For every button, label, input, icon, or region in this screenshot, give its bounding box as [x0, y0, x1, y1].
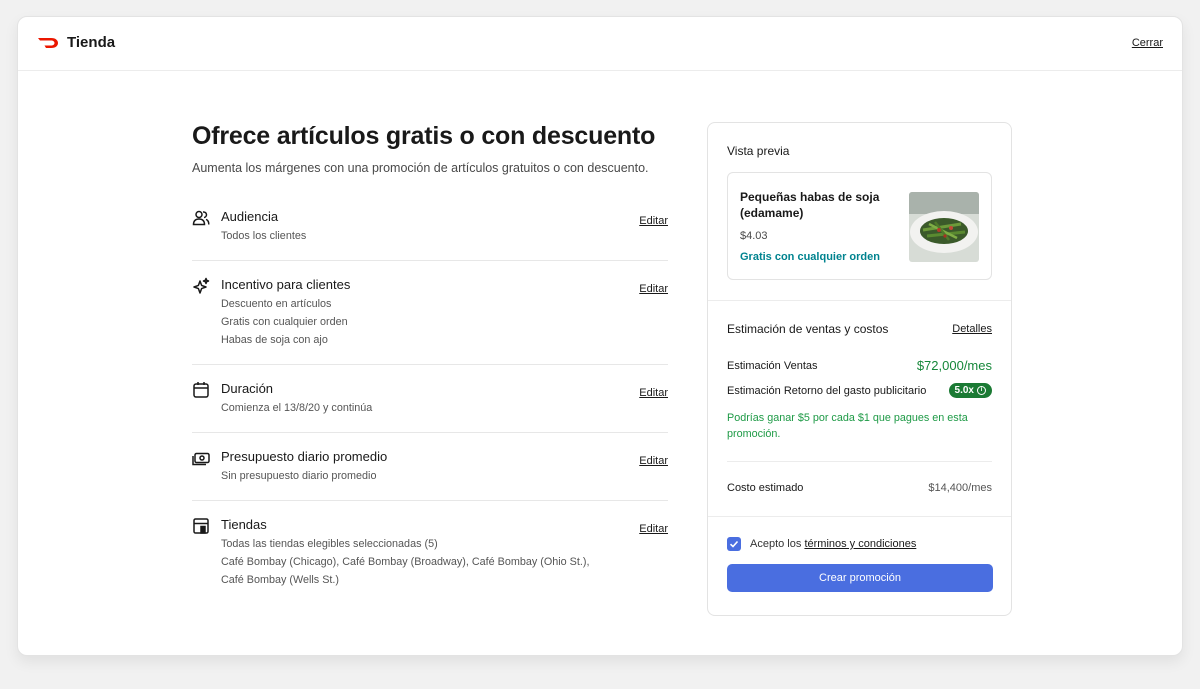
section-detail: Todos los clientes — [221, 230, 307, 242]
summary-panel: Vista previa Pequeñas habas de soja (eda… — [707, 122, 1012, 616]
sparkle-icon — [193, 277, 210, 294]
people-icon — [192, 210, 210, 226]
section-budget: Presupuesto diario promedio Sin presupue… — [192, 433, 668, 501]
doordash-logo-icon — [38, 37, 58, 48]
roas-label: Estimación Retorno del gasto publicitari… — [727, 384, 927, 397]
item-image — [909, 192, 979, 262]
section-title: Presupuesto diario promedio — [221, 449, 388, 464]
cost-value: $14,400/mes — [928, 482, 992, 494]
main-content: Ofrece artículos gratis o con descuento … — [192, 122, 668, 604]
estimate-section: Estimación de ventas y costos Detalles E… — [708, 301, 1011, 517]
sales-estimate-row: Estimación Ventas $72,000/mes — [727, 358, 992, 373]
money-icon — [192, 452, 210, 466]
promotion-modal: Tienda Cerrar Ofrece artículos gratis o … — [17, 16, 1183, 656]
preview-card: Pequeñas habas de soja (edamame) $4.03 G… — [727, 172, 992, 280]
brand: Tienda — [37, 34, 115, 51]
edit-budget-link[interactable]: Editar — [639, 455, 668, 467]
edit-incentive-link[interactable]: Editar — [639, 283, 668, 295]
section-detail: Todas las tiendas elegibles seleccionada… — [221, 538, 438, 550]
terms-row: Acepto los términos y condiciones — [727, 537, 992, 551]
section-audience: Audiencia Todos los clientes Editar — [192, 193, 668, 261]
terms-text: Acepto los términos y condiciones — [750, 538, 916, 550]
edit-stores-link[interactable]: Editar — [639, 523, 668, 535]
preview-label: Vista previa — [727, 144, 790, 158]
section-detail: Café Bombay (Chicago), Café Bombay (Broa… — [221, 556, 590, 568]
preview-section: Vista previa Pequeñas habas de soja (eda… — [708, 123, 1011, 301]
section-detail: Habas de soja con ajo — [221, 334, 328, 346]
section-title: Audiencia — [221, 209, 279, 224]
edit-duration-link[interactable]: Editar — [639, 387, 668, 399]
roas-value: 5.0x — [954, 385, 974, 396]
terms-link[interactable]: términos y condiciones — [804, 538, 916, 550]
section-detail: Descuento en artículos — [221, 298, 332, 310]
sales-label: Estimación Ventas — [727, 359, 818, 372]
section-title: Duración — [221, 381, 274, 396]
section-duration: Duración Comienza el 13/8/20 y continúa … — [192, 365, 668, 433]
submit-section: Acepto los términos y condiciones Crear … — [708, 517, 1011, 612]
roas-badge[interactable]: 5.0x i — [948, 383, 992, 398]
section-stores: Tiendas Todas las tiendas elegibles sele… — [192, 501, 668, 604]
section-title: Tiendas — [221, 517, 267, 532]
terms-checkbox[interactable] — [727, 537, 741, 551]
store-icon — [193, 518, 209, 534]
section-incentive: Incentivo para clientes Descuento en art… — [192, 261, 668, 365]
section-detail: Gratis con cualquier orden — [221, 316, 348, 328]
sales-value: $72,000/mes — [916, 358, 992, 373]
cost-row: Costo estimado $14,400/mes — [727, 482, 992, 494]
terms-prefix: Acepto los — [750, 538, 802, 550]
cost-label: Costo estimado — [727, 482, 804, 494]
settings-sections: Audiencia Todos los clientes Editar Ince… — [192, 193, 668, 604]
section-detail: Café Bombay (Wells St.) — [221, 574, 340, 586]
brand-name: Tienda — [67, 34, 116, 51]
estimate-title: Estimación de ventas y costos — [727, 322, 889, 336]
section-detail: Comienza el 13/8/20 y continúa — [221, 402, 373, 414]
section-detail: Sin presupuesto diario promedio — [221, 470, 377, 482]
roas-row: Estimación Retorno del gasto publicitari… — [727, 383, 992, 398]
details-link[interactable]: Detalles — [952, 323, 992, 335]
page-title: Ofrece artículos gratis o con descuento — [192, 122, 656, 150]
divider — [727, 461, 992, 462]
roas-note: Podrías ganar $5 por cada $1 que pagues … — [727, 412, 968, 440]
close-link[interactable]: Cerrar — [1132, 37, 1163, 49]
page-subtitle: Aumenta los márgenes con una promoción d… — [192, 161, 649, 175]
calendar-icon — [193, 382, 209, 398]
top-bar: Tienda Cerrar — [18, 17, 1182, 71]
create-promotion-button[interactable]: Crear promoción — [727, 564, 993, 592]
item-name: Pequeñas habas de soja (edamame) — [740, 190, 880, 220]
info-icon: i — [977, 386, 986, 395]
section-title: Incentivo para clientes — [221, 277, 351, 292]
checkmark-icon — [729, 540, 739, 548]
edit-audience-link[interactable]: Editar — [639, 215, 668, 227]
